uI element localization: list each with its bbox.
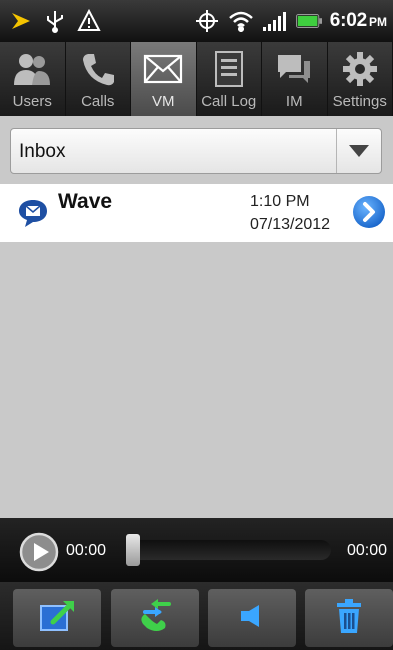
- users-icon: [12, 49, 52, 89]
- usb-icon: [42, 8, 68, 34]
- speaker-icon: [237, 603, 267, 634]
- sprint-logo-icon: [8, 8, 34, 34]
- warning-icon: [76, 8, 102, 34]
- folder-dropdown-value: Inbox: [19, 141, 66, 162]
- gear-icon: [340, 49, 380, 89]
- delete-button[interactable]: [305, 589, 393, 647]
- play-icon[interactable]: [19, 532, 59, 572]
- chevron-right-icon[interactable]: [351, 194, 387, 230]
- clock: 6:02 PM: [330, 10, 387, 32]
- elapsed-time: 00:00: [66, 542, 107, 559]
- tab-settings[interactable]: Settings: [328, 42, 393, 116]
- envelope-icon: [143, 49, 183, 89]
- tab-label: VM: [152, 93, 175, 110]
- clock-ampm: PM: [369, 15, 387, 29]
- call-back-button[interactable]: [111, 589, 199, 647]
- tab-bar: Users Calls VM Call Log IM Settings: [0, 42, 393, 116]
- voicemail-item[interactable]: Wave 1:10 PM 07/13/2012: [0, 184, 393, 242]
- tab-label: Calls: [81, 93, 115, 110]
- signal-icon: [262, 8, 288, 34]
- tab-vm[interactable]: VM: [131, 42, 197, 116]
- battery-icon: [295, 8, 322, 34]
- tab-call-log[interactable]: Call Log: [197, 42, 262, 116]
- call-back-icon: [135, 596, 175, 641]
- folder-dropdown[interactable]: Inbox: [10, 128, 382, 174]
- tab-label: Call Log: [201, 93, 257, 110]
- speaker-button[interactable]: [208, 589, 296, 647]
- tab-label: Users: [12, 93, 52, 110]
- document-icon: [209, 49, 249, 89]
- gps-icon: [194, 8, 220, 34]
- voicemail-message-icon: [18, 198, 48, 228]
- tab-label: IM: [285, 93, 303, 110]
- screen: 6:02 PM Users Calls VM Call Log IM Setti…: [0, 0, 393, 650]
- action-bar: [0, 582, 393, 650]
- trash-icon: [334, 597, 364, 640]
- voicemail-sender: Wave: [58, 190, 113, 213]
- tab-im[interactable]: IM: [262, 42, 328, 116]
- audio-player: 00:00 00:00: [0, 518, 393, 582]
- total-time: 00:00: [346, 542, 387, 559]
- phone-icon: [78, 49, 118, 89]
- tab-users[interactable]: Users: [0, 42, 66, 116]
- tab-calls[interactable]: Calls: [66, 42, 131, 116]
- voicemail-time: 1:10 PM: [250, 193, 310, 210]
- seek-handle[interactable]: [126, 534, 140, 566]
- chat-icon: [274, 49, 314, 89]
- seek-bar[interactable]: [126, 540, 331, 560]
- wifi-icon: [228, 8, 254, 34]
- voicemail-date: 07/13/2012: [250, 216, 331, 233]
- compose-button[interactable]: [13, 589, 101, 647]
- status-bar: 6:02 PM: [0, 0, 393, 42]
- compose-icon: [37, 598, 77, 639]
- clock-time: 6:02: [329, 10, 367, 31]
- tab-label: Settings: [332, 93, 387, 110]
- chevron-down-icon[interactable]: [336, 129, 381, 173]
